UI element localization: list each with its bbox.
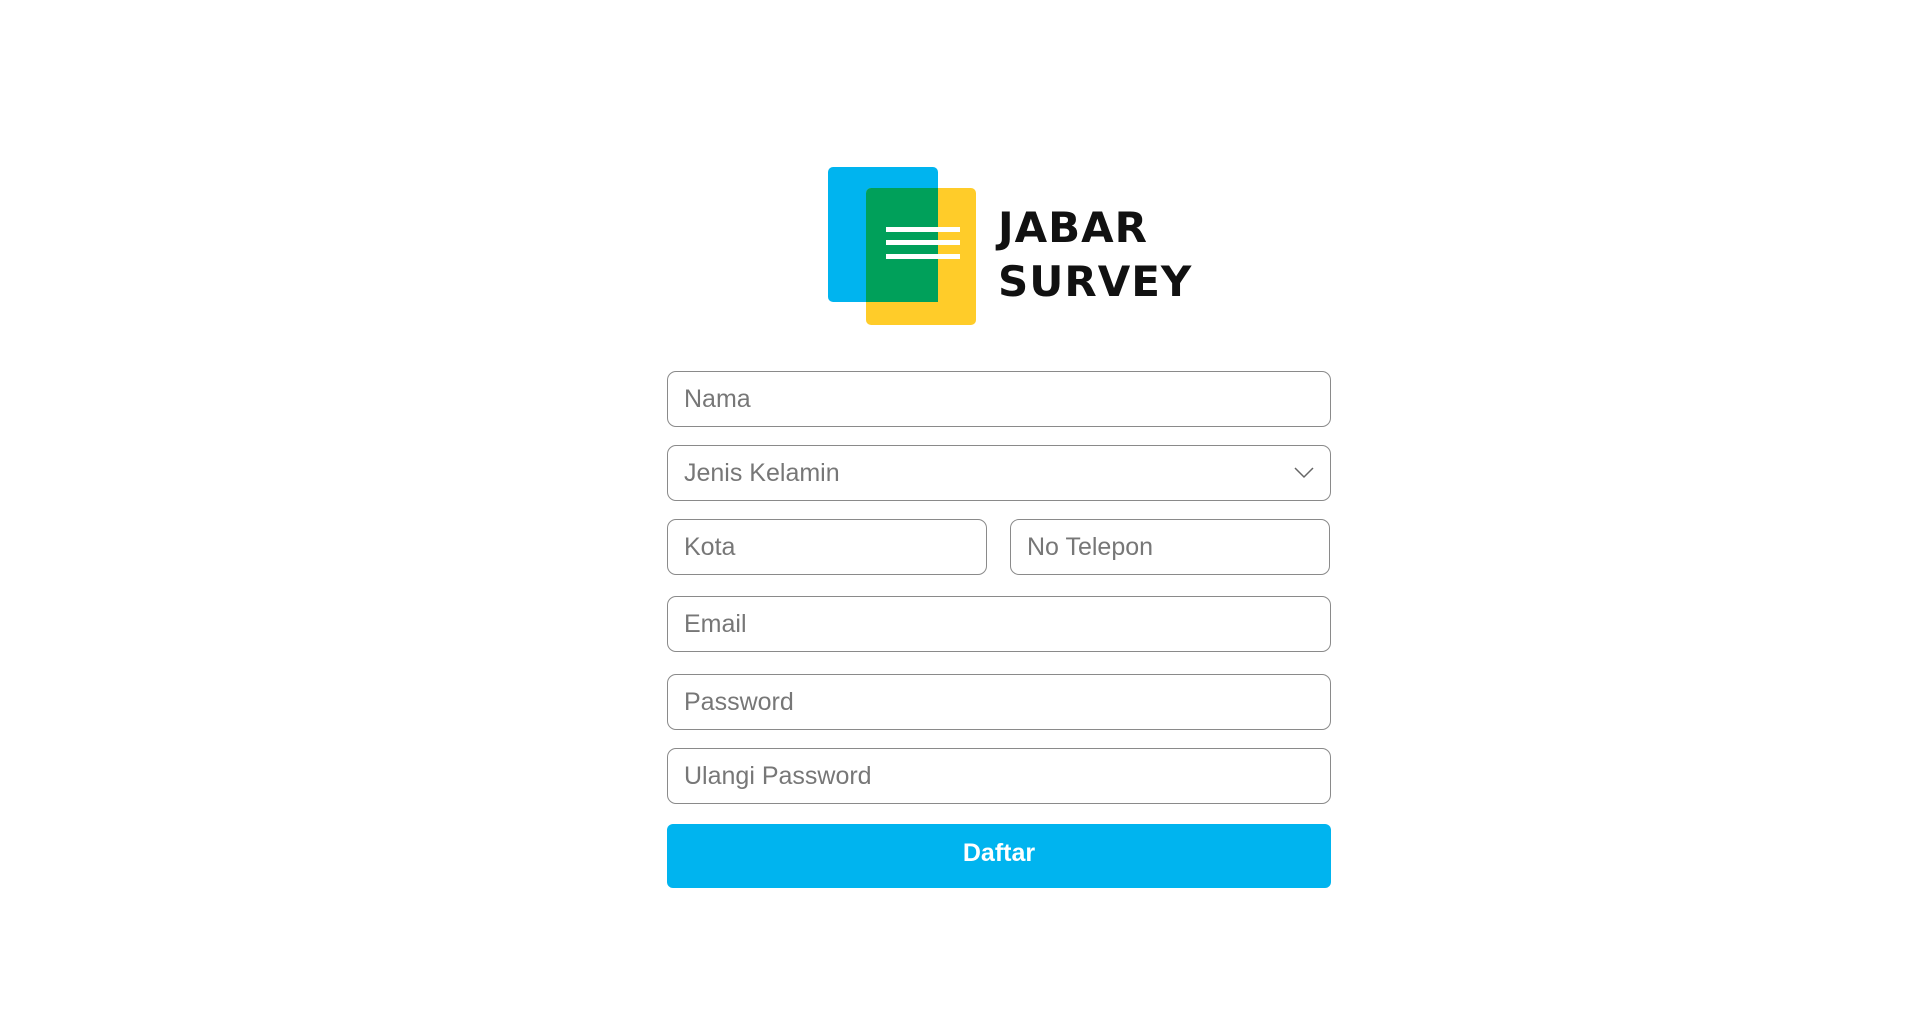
city-phone-row (667, 519, 1331, 575)
repeat-password-input[interactable] (684, 761, 1314, 791)
registration-form: Jenis Kelamin Daftar (667, 371, 1331, 888)
name-input[interactable] (684, 384, 1314, 414)
gender-select-value: Jenis Kelamin (684, 458, 840, 487)
logo-text-line (886, 240, 960, 245)
email-input[interactable] (684, 609, 1314, 639)
email-field[interactable] (667, 596, 1331, 652)
brand-wordmark: JABAR SURVEY (998, 201, 1192, 309)
logo-text-line (886, 254, 960, 259)
register-page: JABAR SURVEY Jenis Kelamin (0, 0, 1920, 1024)
brand-line-1: JABAR (998, 203, 1148, 252)
phone-input[interactable] (1027, 532, 1313, 562)
logo-text-line (886, 227, 960, 232)
password-input[interactable] (684, 687, 1314, 717)
city-input[interactable] (684, 532, 970, 562)
city-field[interactable] (667, 519, 987, 575)
register-button[interactable]: Daftar (667, 824, 1331, 888)
repeat-password-field[interactable] (667, 748, 1331, 804)
brand-logo: JABAR SURVEY (828, 167, 1191, 325)
password-field[interactable] (667, 674, 1331, 730)
chevron-down-icon (1294, 463, 1314, 483)
document-stack-logo-icon (828, 167, 976, 325)
gender-select[interactable]: Jenis Kelamin (667, 445, 1331, 501)
name-field[interactable] (667, 371, 1331, 427)
brand-line-2: SURVEY (998, 257, 1193, 306)
phone-field[interactable] (1010, 519, 1330, 575)
logo-green-overlap (866, 188, 938, 302)
